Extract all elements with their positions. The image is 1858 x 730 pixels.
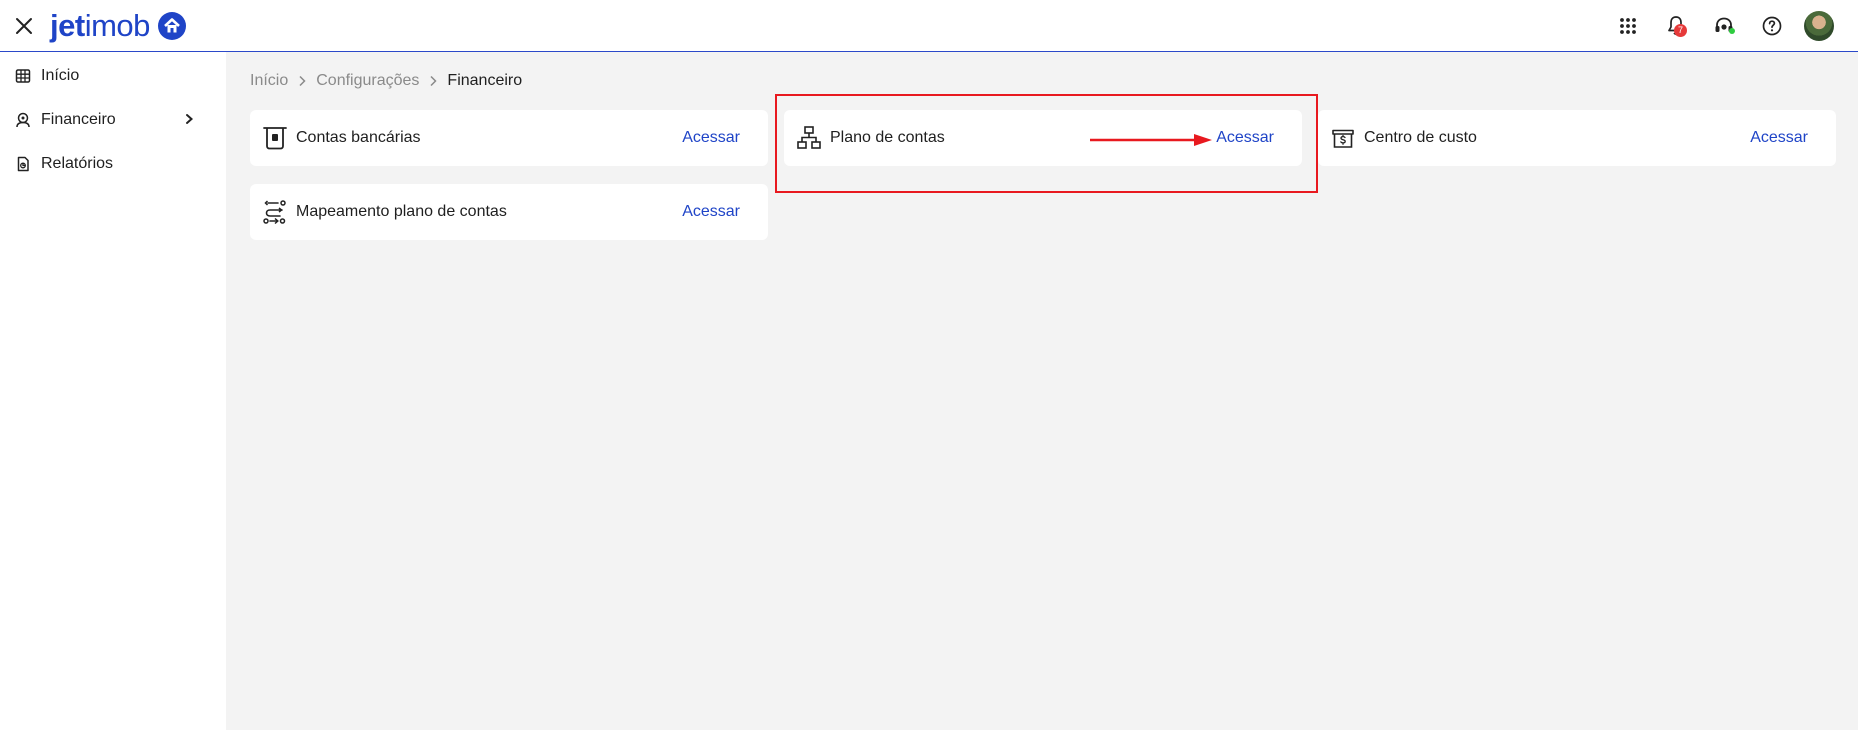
report-file-icon: [17, 156, 29, 172]
main-content: Início Configurações Financeiro Contas b…: [226, 52, 1858, 730]
chevron-right-icon: [299, 75, 306, 87]
notification-count-badge: 7: [1674, 24, 1687, 37]
table-grid-icon: [15, 69, 31, 83]
card-centro-de-custo: Centro de custo Acessar: [1318, 110, 1836, 166]
breadcrumb: Início Configurações Financeiro: [250, 72, 522, 90]
chevron-right-icon: [430, 75, 437, 87]
sidebar-item-inicio[interactable]: Início: [0, 56, 226, 96]
sidebar-item-label: Início: [41, 67, 80, 84]
card-mapeamento-plano-de-contas: Mapeamento plano de contas Acessar: [250, 184, 768, 240]
close-icon[interactable]: [12, 14, 36, 38]
sidebar-item-label: Financeiro: [41, 111, 116, 128]
finance-person-icon: [16, 112, 30, 128]
sitemap-icon: [797, 126, 821, 149]
breadcrumb-item-inicio[interactable]: Início: [250, 72, 288, 90]
sidebar-item-label: Relatórios: [41, 155, 114, 172]
card-title: Mapeamento plano de contas: [296, 203, 507, 220]
user-avatar[interactable]: [1804, 11, 1834, 41]
route-mapping-icon: [263, 200, 286, 225]
card-title: Centro de custo: [1364, 129, 1477, 146]
card-title: Plano de contas: [830, 129, 945, 146]
jetimob-logo[interactable]: jetimob: [50, 6, 186, 46]
annotation-arrow-icon: [1090, 134, 1212, 146]
acessar-link[interactable]: Acessar: [1216, 129, 1274, 147]
top-bar: jetimob 7: [0, 0, 1858, 52]
sidebar: Início Financeiro Relatórios: [0, 52, 226, 730]
breadcrumb-item-configuracoes[interactable]: Configurações: [316, 72, 419, 90]
cost-center-box-icon: [1332, 129, 1354, 148]
sidebar-item-financeiro[interactable]: Financeiro: [0, 100, 226, 140]
acessar-link[interactable]: Acessar: [1750, 129, 1808, 147]
card-title: Contas bancárias: [296, 129, 421, 146]
card-contas-bancarias: Contas bancárias Acessar: [250, 110, 768, 166]
logo-text: jetimob: [50, 8, 150, 43]
apps-grid-icon[interactable]: [1616, 14, 1640, 38]
support-headset-icon[interactable]: [1712, 14, 1736, 38]
sidebar-item-relatorios[interactable]: Relatórios: [0, 144, 226, 184]
breadcrumb-item-current: Financeiro: [447, 72, 523, 89]
atm-icon: [263, 127, 287, 150]
chevron-right-icon: [186, 114, 194, 124]
card-plano-de-contas: Plano de contas Acessar: [784, 110, 1302, 166]
help-question-icon[interactable]: [1760, 14, 1784, 38]
acessar-link[interactable]: Acessar: [682, 129, 740, 147]
acessar-link[interactable]: Acessar: [682, 203, 740, 221]
home-logo-icon: [157, 12, 186, 40]
